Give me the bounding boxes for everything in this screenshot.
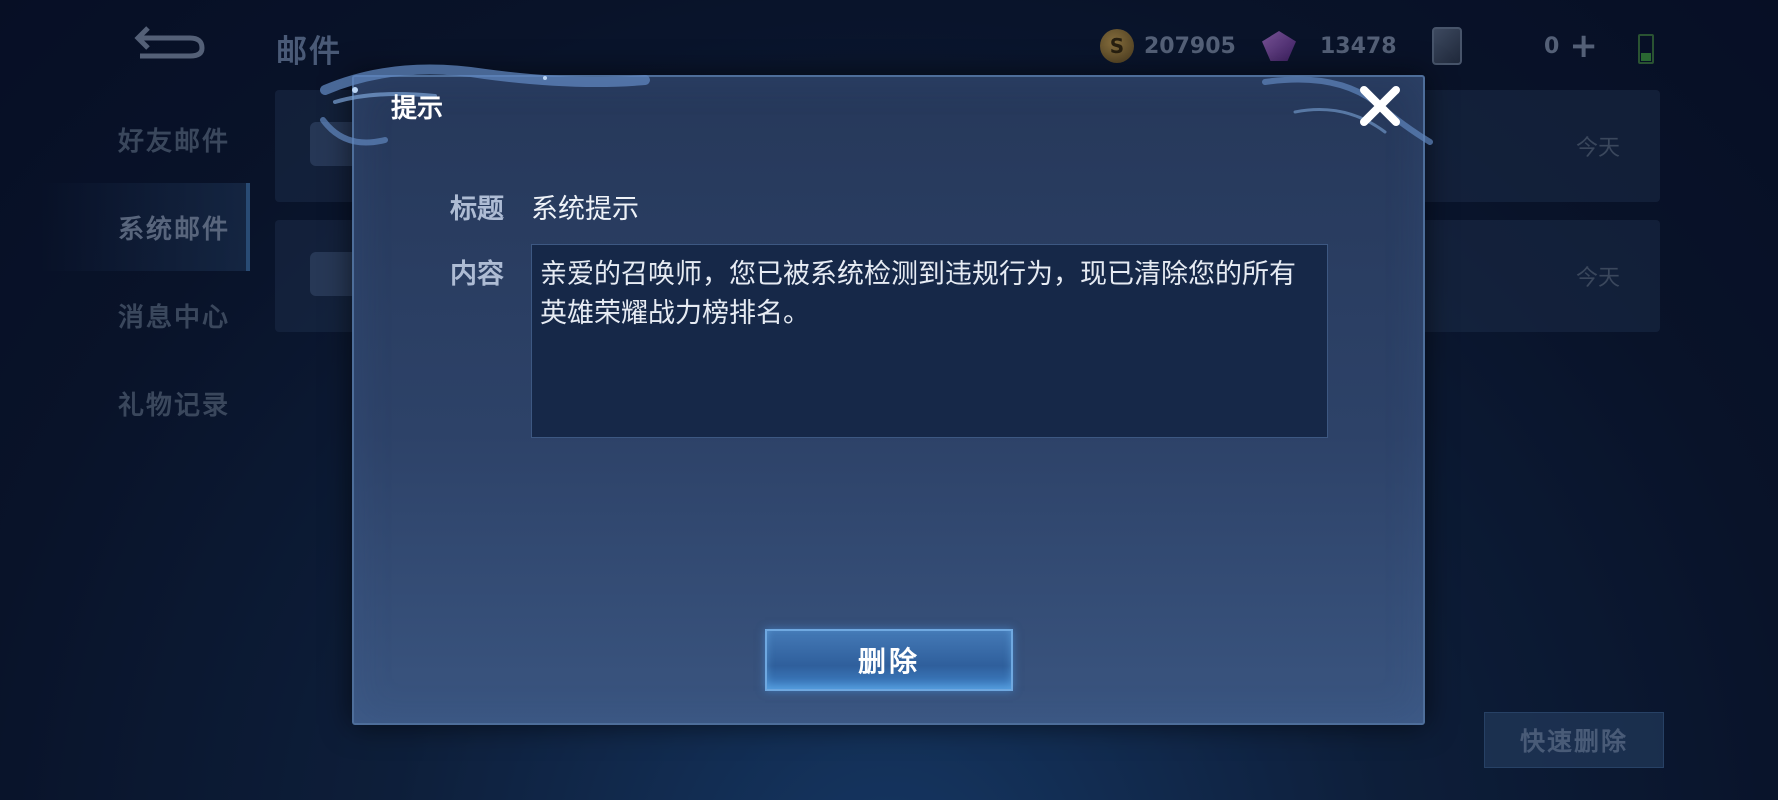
close-icon	[1360, 86, 1400, 126]
subject-value: 系统提示	[531, 194, 639, 225]
content-text: 亲爱的召唤师，您已被系统检测到违规行为，现已清除您的所有英雄荣耀战力榜排名。	[531, 244, 1328, 438]
delete-button[interactable]: 删除	[765, 629, 1013, 691]
dialog-title: 提示	[391, 94, 444, 124]
close-button[interactable]	[1354, 80, 1406, 132]
content-label: 内容	[450, 259, 504, 290]
subject-label: 标题	[450, 194, 504, 225]
